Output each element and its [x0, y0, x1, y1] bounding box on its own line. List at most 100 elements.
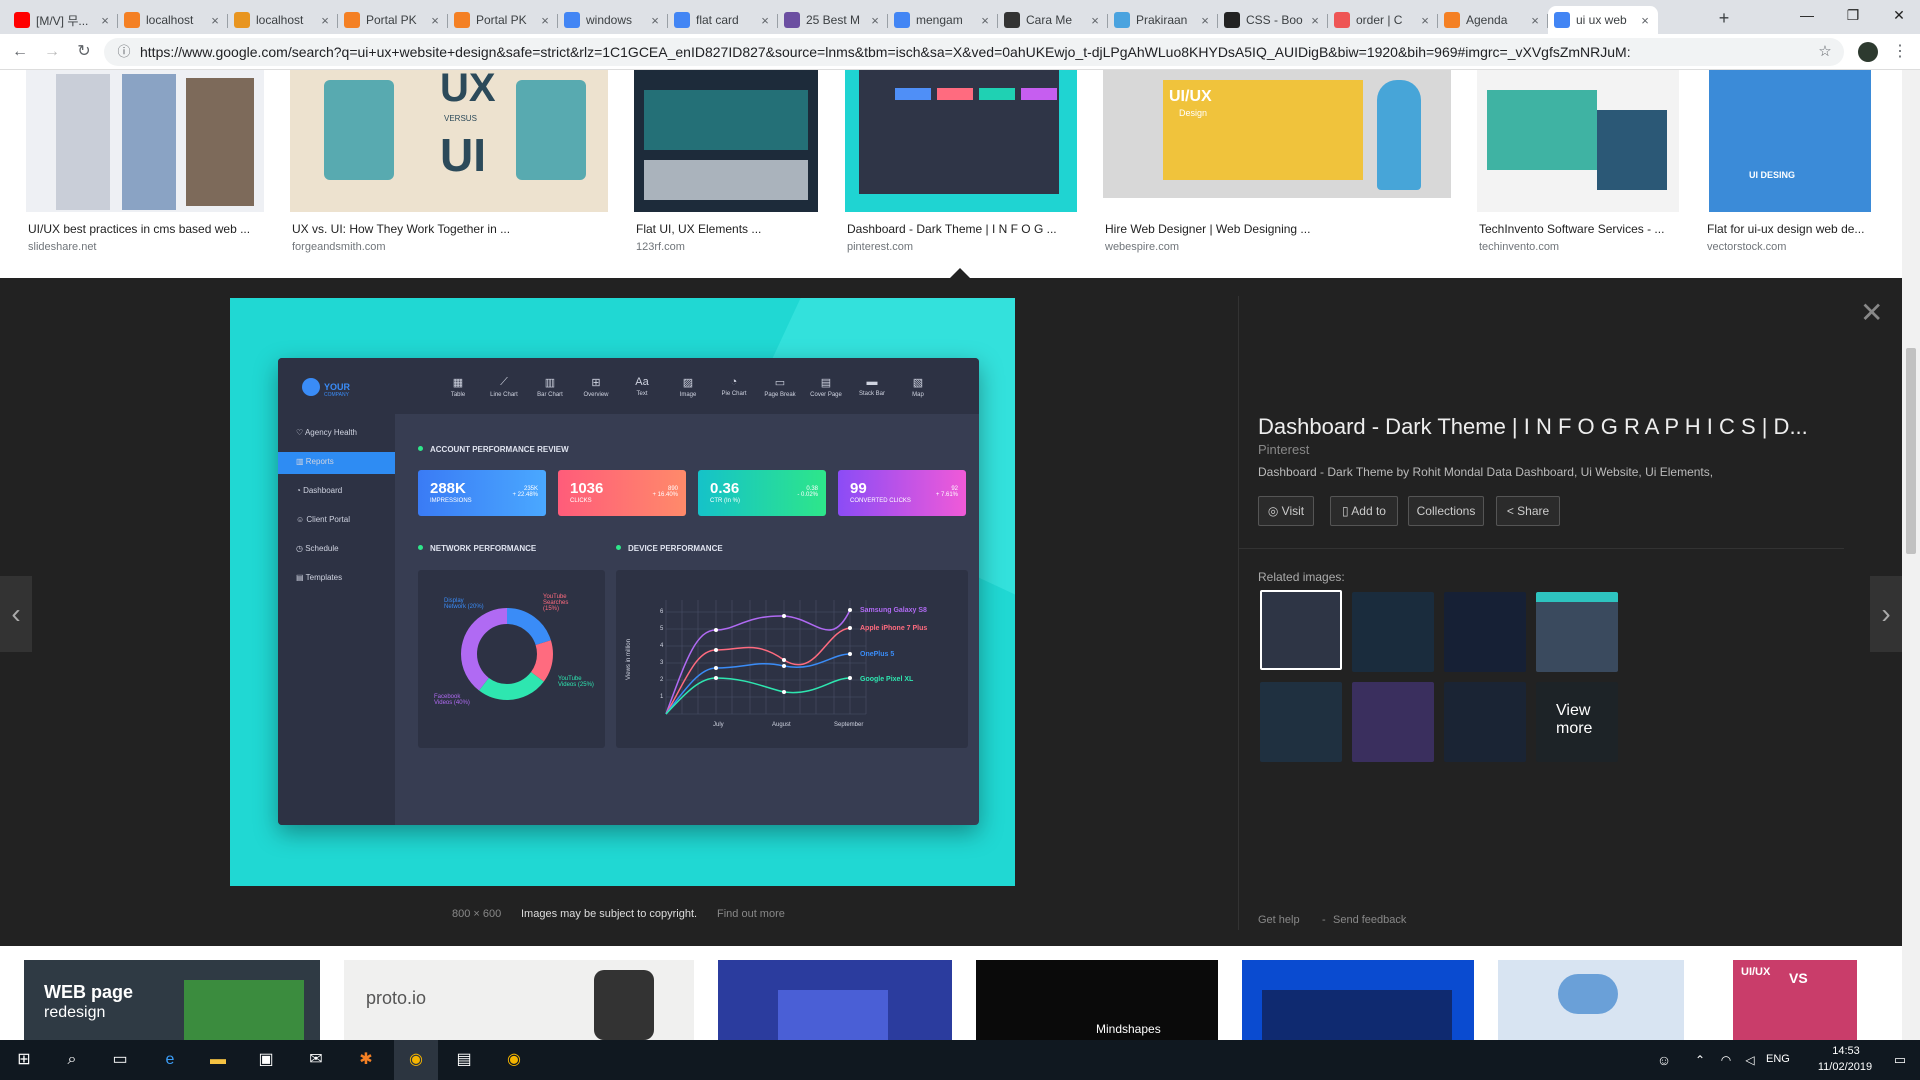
browser-tab[interactable]: order | C ×	[1328, 6, 1438, 34]
browser-tab[interactable]: CSS - Boo ×	[1218, 6, 1328, 34]
get-help-link[interactable]: Get help	[1258, 914, 1300, 926]
related-thumb-7[interactable]	[1444, 682, 1526, 762]
send-feedback-link[interactable]: Send feedback	[1333, 914, 1406, 926]
browser-tab[interactable]: Portal PK ×	[338, 6, 448, 34]
clock-date[interactable]: 11/02/2019	[1812, 1061, 1878, 1073]
close-viewer-icon[interactable]: ✕	[1860, 296, 1883, 329]
browser-tab[interactable]: flat card ×	[668, 6, 778, 34]
result-title-4[interactable]: Dashboard - Dark Theme | I N F O G ...	[847, 222, 1077, 236]
tab-close-icon[interactable]: ×	[758, 13, 772, 28]
app-window-icon[interactable]: ▤	[452, 1048, 476, 1072]
prev-image-button[interactable]: ‹	[0, 576, 32, 652]
reload-icon[interactable]: ↻	[74, 42, 94, 62]
result-thumb-2[interactable]: UX VERSUS UI	[290, 70, 608, 212]
add-to-button[interactable]: ▯ Add to	[1330, 496, 1398, 526]
result-thumb-3[interactable]	[634, 70, 818, 212]
bottom-thumb-5[interactable]	[1242, 960, 1474, 1040]
collections-button[interactable]: Collections	[1408, 496, 1484, 526]
tab-close-icon[interactable]: ×	[868, 13, 882, 28]
bottom-thumb-2[interactable]: proto.io	[344, 960, 694, 1040]
result-thumb-6[interactable]	[1477, 70, 1679, 212]
edge-icon[interactable]: e	[158, 1048, 182, 1072]
share-button[interactable]: < Share	[1496, 496, 1560, 526]
tab-close-icon[interactable]: ×	[1198, 13, 1212, 28]
tab-close-icon[interactable]: ×	[538, 13, 552, 28]
result-title-6[interactable]: TechInvento Software Services - ...	[1479, 222, 1679, 236]
people-icon[interactable]: ☺	[1652, 1048, 1676, 1072]
browser-tab[interactable]: Cara Me ×	[998, 6, 1108, 34]
tab-close-icon[interactable]: ×	[318, 13, 332, 28]
browser-tab[interactable]: [M/V] 무... ×	[8, 6, 118, 34]
bottom-thumb-4[interactable]: Mindshapes	[976, 960, 1218, 1040]
bottom-thumb-1[interactable]: WEB page redesign	[24, 960, 320, 1040]
find-out-more-link[interactable]: Find out more	[717, 908, 785, 920]
windows-start-icon[interactable]: ⊞	[12, 1048, 36, 1072]
tab-close-icon[interactable]: ×	[978, 13, 992, 28]
result-title-2[interactable]: UX vs. UI: How They Work Together in ...	[292, 222, 602, 236]
tab-close-icon[interactable]: ×	[208, 13, 222, 28]
browser-tab[interactable]: Portal PK ×	[448, 6, 558, 34]
bottom-thumb-6[interactable]	[1498, 960, 1684, 1040]
forward-icon[interactable]: →	[42, 42, 62, 62]
info-icon[interactable]: ⓘ	[114, 42, 134, 62]
view-more-thumb[interactable]: View more	[1536, 682, 1618, 762]
browser-tab[interactable]: localhost ×	[228, 6, 338, 34]
result-thumb-1[interactable]	[26, 70, 264, 212]
profile-avatar[interactable]	[1858, 42, 1878, 62]
related-thumb-5[interactable]	[1260, 682, 1342, 762]
page-scrollbar[interactable]	[1902, 70, 1920, 1040]
visit-button[interactable]: ◎ Visit	[1258, 496, 1314, 526]
browser-tab[interactable]: ui ux web ×	[1548, 6, 1658, 34]
browser-tab[interactable]: mengam ×	[888, 6, 998, 34]
result-title-1[interactable]: UI/UX best practices in cms based web ..…	[28, 222, 264, 236]
tab-close-icon[interactable]: ×	[1088, 13, 1102, 28]
store-icon[interactable]: ▣	[254, 1048, 278, 1072]
chrome-icon-2[interactable]: ◉	[502, 1048, 526, 1072]
browser-tab[interactable]: Agenda ×	[1438, 6, 1548, 34]
result-thumb-5[interactable]: UI/UX Design	[1103, 70, 1451, 198]
restore-button[interactable]: ❐	[1830, 0, 1876, 30]
result-title-7[interactable]: Flat for ui-ux design web de...	[1707, 222, 1893, 236]
search-icon[interactable]: ⌕	[60, 1048, 84, 1072]
language-indicator[interactable]: ENG	[1766, 1053, 1790, 1065]
browser-tab[interactable]: Prakiraan ×	[1108, 6, 1218, 34]
related-thumb-3[interactable]	[1444, 592, 1526, 672]
browser-tab[interactable]: windows ×	[558, 6, 668, 34]
browser-tab[interactable]: 25 Best M ×	[778, 6, 888, 34]
tray-chevron-icon[interactable]: ⌃	[1688, 1048, 1712, 1072]
tab-close-icon[interactable]: ×	[98, 13, 112, 28]
next-image-button[interactable]: ›	[1870, 576, 1902, 652]
menu-icon[interactable]: ⋮	[1890, 42, 1910, 62]
scrollbar-thumb[interactable]	[1906, 348, 1916, 554]
url-text[interactable]: https://www.google.com/search?q=ui+ux+we…	[140, 44, 1780, 60]
notifications-icon[interactable]: ▭	[1888, 1048, 1912, 1072]
result-title-5[interactable]: Hire Web Designer | Web Designing ...	[1105, 222, 1445, 236]
tab-close-icon[interactable]: ×	[1418, 13, 1432, 28]
tab-close-icon[interactable]: ×	[1528, 13, 1542, 28]
result-thumb-4[interactable]	[845, 70, 1077, 212]
xampp-icon[interactable]: ✱	[354, 1048, 378, 1072]
bottom-thumb-3[interactable]	[718, 960, 952, 1040]
related-thumb-6[interactable]	[1352, 682, 1434, 762]
new-tab-button[interactable]: +	[1712, 6, 1736, 30]
chrome-icon[interactable]: ◉	[404, 1048, 428, 1072]
related-thumb-1[interactable]	[1260, 590, 1342, 670]
tab-close-icon[interactable]: ×	[1638, 13, 1652, 28]
result-title-3[interactable]: Flat UI, UX Elements ...	[636, 222, 818, 236]
result-thumb-7[interactable]: UI DESING	[1709, 70, 1871, 212]
viewer-title[interactable]: Dashboard - Dark Theme | I N F O G R A P…	[1258, 414, 1848, 440]
back-icon[interactable]: ←	[10, 42, 30, 62]
tab-close-icon[interactable]: ×	[648, 13, 662, 28]
file-explorer-icon[interactable]: ▬	[206, 1048, 230, 1072]
related-thumb-4[interactable]	[1536, 592, 1618, 672]
minimize-button[interactable]: —	[1784, 0, 1830, 30]
network-icon[interactable]: ◠	[1714, 1048, 1738, 1072]
related-thumb-2[interactable]	[1352, 592, 1434, 672]
bookmark-star-icon[interactable]: ☆	[1815, 42, 1835, 62]
task-view-icon[interactable]: ▭	[108, 1048, 132, 1072]
volume-icon[interactable]: ◁	[1738, 1048, 1762, 1072]
tab-close-icon[interactable]: ×	[1308, 13, 1322, 28]
viewer-site[interactable]: Pinterest	[1258, 442, 1309, 457]
browser-tab[interactable]: localhost ×	[118, 6, 228, 34]
clock-time[interactable]: 14:53	[1818, 1045, 1874, 1057]
